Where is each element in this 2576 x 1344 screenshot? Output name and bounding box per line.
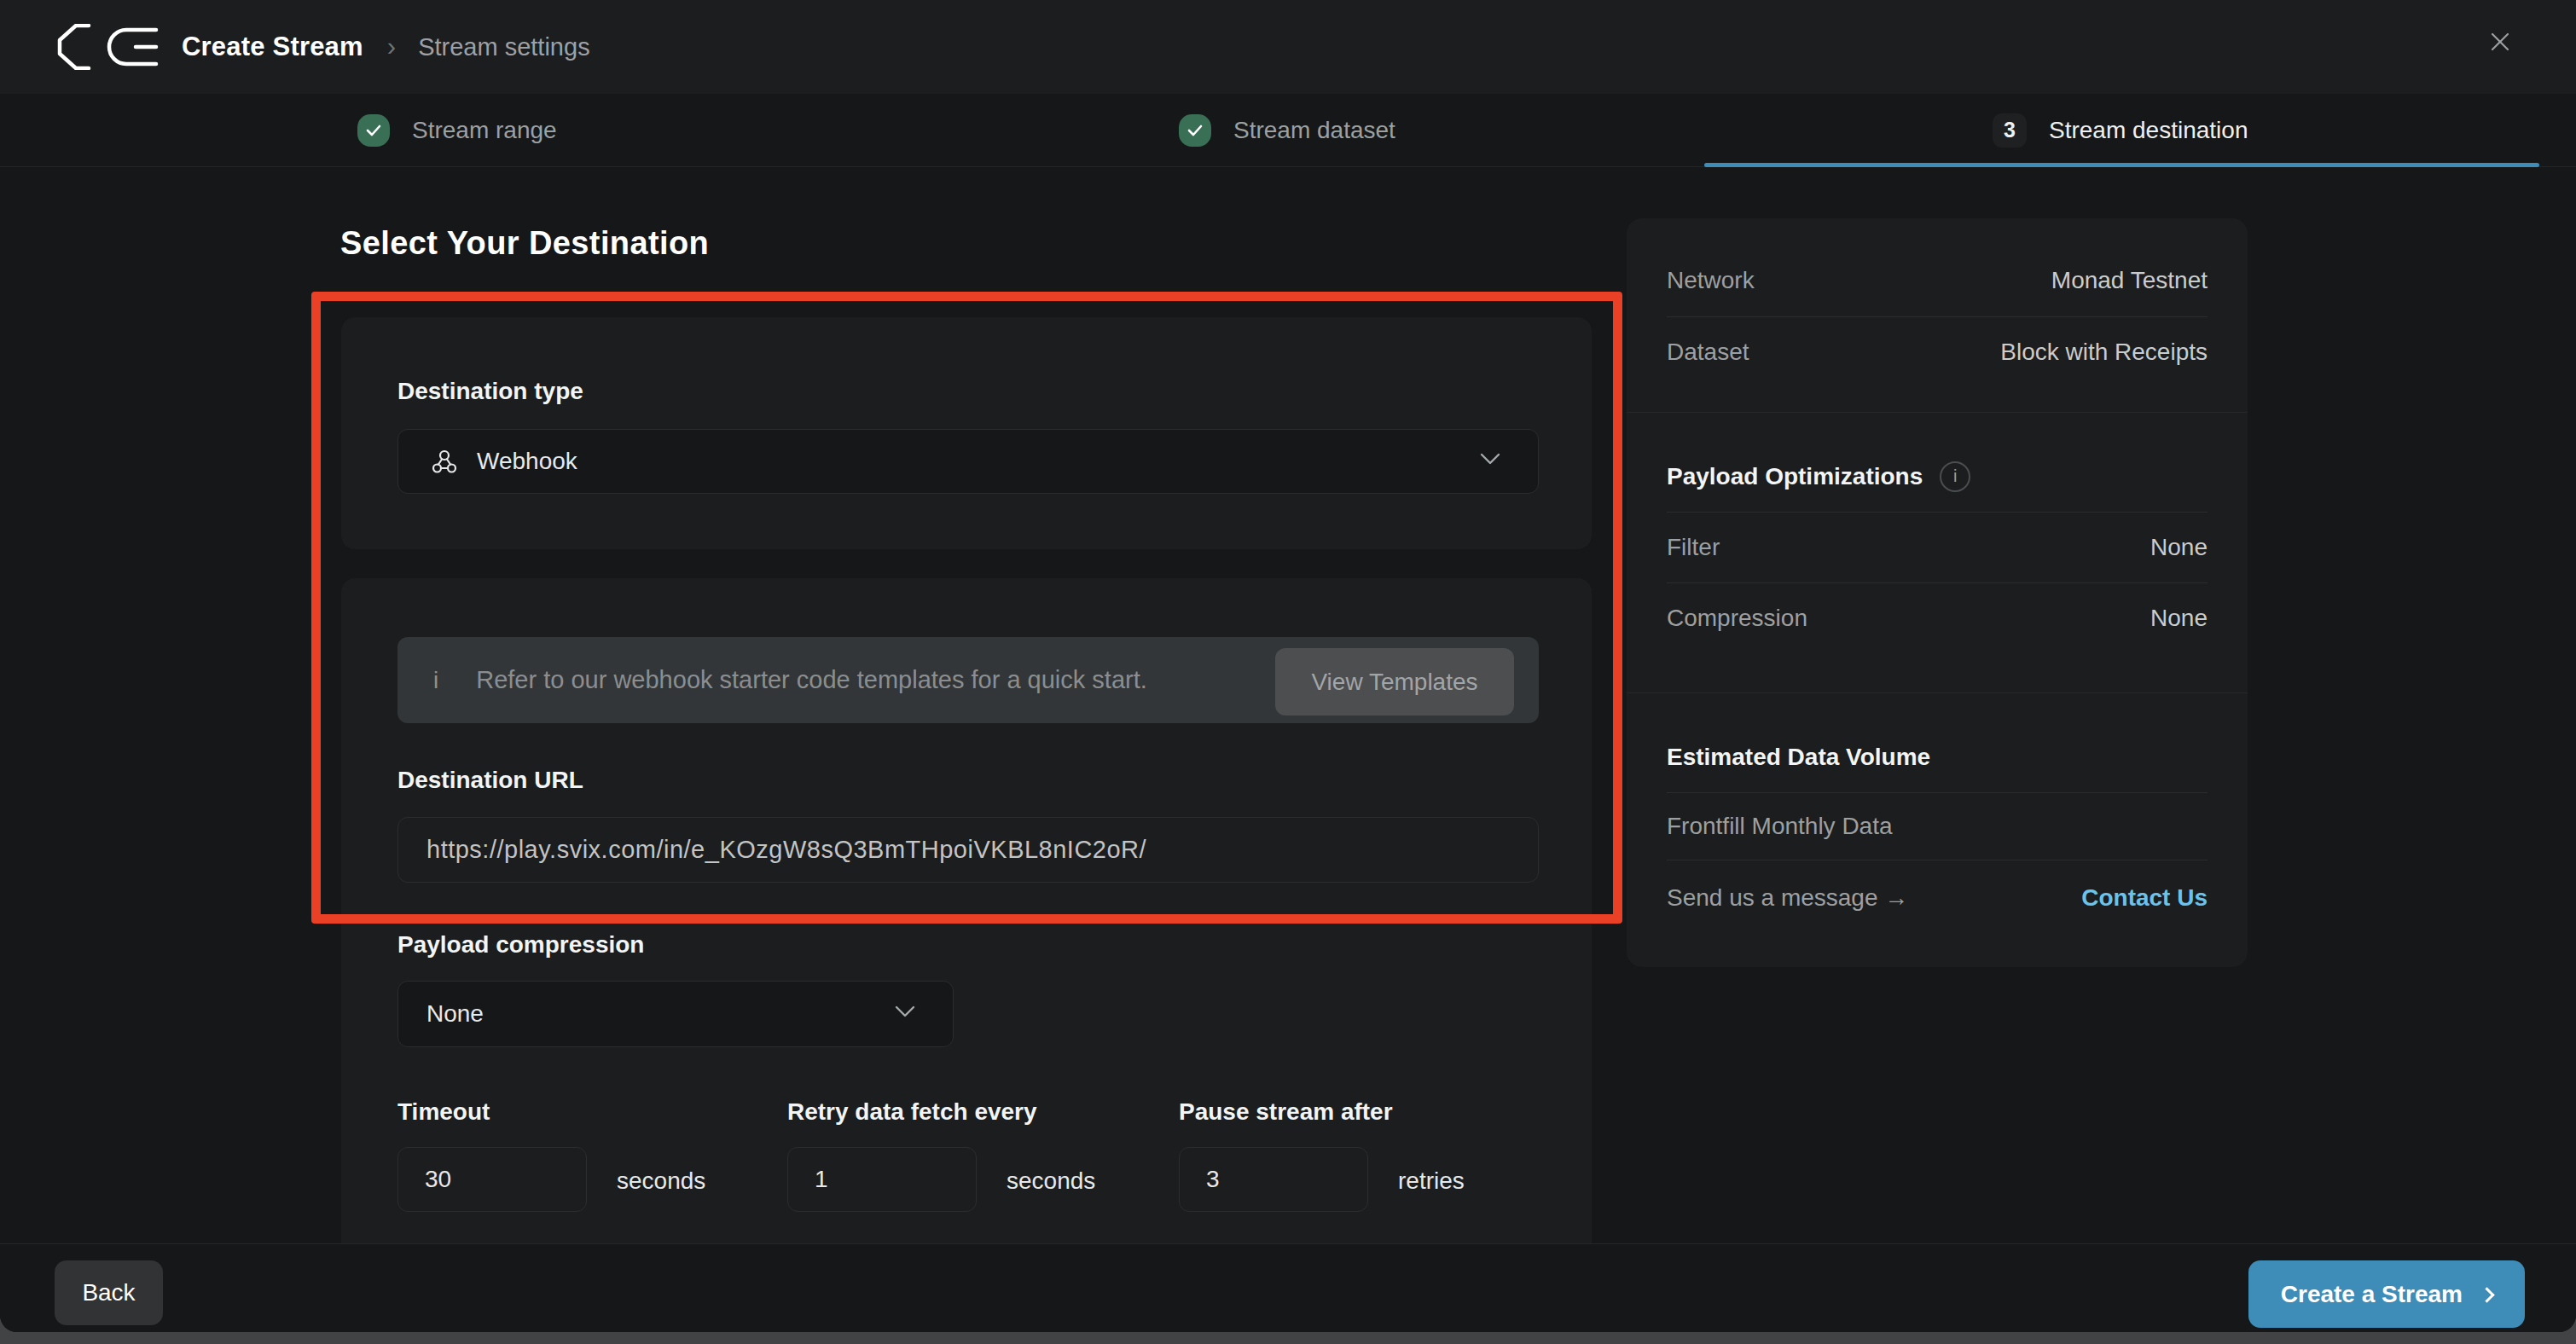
back-button[interactable]: Back bbox=[55, 1260, 163, 1325]
arrow-right-icon: → bbox=[1884, 884, 1908, 911]
chevron-down-icon bbox=[895, 1005, 915, 1017]
filter-value: None bbox=[2150, 534, 2208, 561]
footer-bar: Back Create a Stream bbox=[0, 1243, 2576, 1332]
retry-unit: seconds bbox=[1007, 1167, 1095, 1195]
chevron-right-icon bbox=[2479, 1287, 2494, 1302]
close-icon[interactable] bbox=[2491, 32, 2509, 51]
summary-row-payload-opt: Payload Optimizations i bbox=[1667, 441, 2208, 512]
create-stream-button[interactable]: Create a Stream bbox=[2248, 1260, 2525, 1328]
frontfill-label: Frontfill Monthly Data bbox=[1667, 813, 1893, 840]
active-step-underline bbox=[1704, 163, 2539, 167]
step-label: Stream range bbox=[412, 117, 557, 144]
check-icon bbox=[357, 114, 390, 147]
network-label: Network bbox=[1667, 267, 1755, 294]
destination-url-value: https://play.svix.com/in/e_KOzgW8sQ3BmTH… bbox=[426, 836, 1146, 864]
section-heading: Select Your Destination bbox=[340, 225, 709, 262]
timeout-value: 30 bbox=[425, 1166, 451, 1193]
retry-value: 1 bbox=[815, 1166, 828, 1193]
dataset-value: Block with Receipts bbox=[2000, 339, 2208, 366]
webhook-icon bbox=[431, 448, 458, 475]
top-bar: Create Stream › Stream settings bbox=[0, 0, 2576, 94]
timeout-unit: seconds bbox=[617, 1167, 705, 1195]
summary-row-compression: Compression None bbox=[1667, 583, 2208, 653]
destination-type-select[interactable]: Webhook bbox=[397, 429, 1539, 494]
contact-us-link[interactable]: Contact Us bbox=[2081, 884, 2208, 912]
step-label: Stream dataset bbox=[1233, 117, 1395, 144]
breadcrumb-separator-icon: › bbox=[387, 32, 396, 62]
summary-row-network: Network Monad Testnet bbox=[1667, 244, 2208, 316]
step-stream-dataset[interactable]: Stream dataset bbox=[1179, 94, 1395, 166]
app-logo-icon bbox=[55, 24, 160, 70]
destination-settings-card: i Refer to our webhook starter code temp… bbox=[341, 578, 1592, 1243]
destination-type-card: Destination type Webhook bbox=[341, 317, 1592, 549]
compression-value: None bbox=[2150, 605, 2208, 632]
info-circle-icon[interactable]: i bbox=[1940, 461, 1970, 492]
step-number-badge: 3 bbox=[1993, 113, 2027, 148]
payload-optimizations-label: Payload Optimizations bbox=[1667, 463, 1923, 490]
chevron-down-icon bbox=[1480, 453, 1500, 465]
pause-unit: retries bbox=[1398, 1167, 1465, 1195]
info-icon: i bbox=[433, 667, 438, 694]
filter-label: Filter bbox=[1667, 534, 1720, 561]
banner-text: Refer to our webhook starter code templa… bbox=[476, 666, 1147, 694]
pause-input[interactable]: 3 bbox=[1179, 1147, 1368, 1212]
retry-label: Retry data fetch every bbox=[787, 1098, 1037, 1126]
compression-label: Compression bbox=[1667, 605, 1807, 632]
timeout-input[interactable]: 30 bbox=[397, 1147, 587, 1212]
step-stream-range[interactable]: Stream range bbox=[357, 94, 557, 166]
dataset-label: Dataset bbox=[1667, 339, 1749, 366]
check-icon bbox=[1179, 114, 1211, 147]
create-stream-modal: Create Stream › Stream settings Stream r… bbox=[0, 0, 2576, 1332]
destination-type-value: Webhook bbox=[477, 448, 577, 475]
webhook-templates-banner: i Refer to our webhook starter code temp… bbox=[397, 637, 1539, 723]
summary-row-edv: Estimated Data Volume bbox=[1667, 721, 2208, 792]
network-value: Monad Testnet bbox=[2051, 267, 2208, 294]
payload-compression-value: None bbox=[426, 1000, 484, 1028]
retry-input[interactable]: 1 bbox=[787, 1147, 977, 1212]
step-label: Stream destination bbox=[2049, 117, 2248, 144]
page-title: Create Stream bbox=[182, 32, 363, 62]
pause-label: Pause stream after bbox=[1179, 1098, 1393, 1126]
breadcrumb: Stream settings bbox=[418, 33, 589, 61]
step-bar: Stream range Stream dataset 3 Stream des… bbox=[0, 94, 2576, 167]
payload-compression-select[interactable]: None bbox=[397, 981, 954, 1047]
send-message-label: Send us a message → bbox=[1667, 884, 1908, 912]
destination-url-label: Destination URL bbox=[397, 767, 583, 794]
summary-row-contact: Send us a message → Contact Us bbox=[1667, 860, 2208, 936]
destination-url-input[interactable]: https://play.svix.com/in/e_KOzgW8sQ3BmTH… bbox=[397, 817, 1539, 883]
view-templates-button[interactable]: View Templates bbox=[1275, 648, 1514, 715]
timeout-label: Timeout bbox=[397, 1098, 490, 1126]
step-stream-destination[interactable]: 3 Stream destination bbox=[1993, 94, 2248, 166]
pause-value: 3 bbox=[1206, 1166, 1220, 1193]
payload-compression-label: Payload compression bbox=[397, 931, 644, 959]
summary-panel: Network Monad Testnet Dataset Block with… bbox=[1627, 218, 2248, 967]
summary-row-frontfill: Frontfill Monthly Data bbox=[1667, 793, 2208, 860]
destination-type-label: Destination type bbox=[397, 378, 583, 405]
summary-row-filter: Filter None bbox=[1667, 513, 2208, 582]
create-stream-label: Create a Stream bbox=[2281, 1281, 2463, 1308]
estimated-data-volume-label: Estimated Data Volume bbox=[1667, 744, 1930, 771]
summary-row-dataset: Dataset Block with Receipts bbox=[1667, 317, 2208, 387]
